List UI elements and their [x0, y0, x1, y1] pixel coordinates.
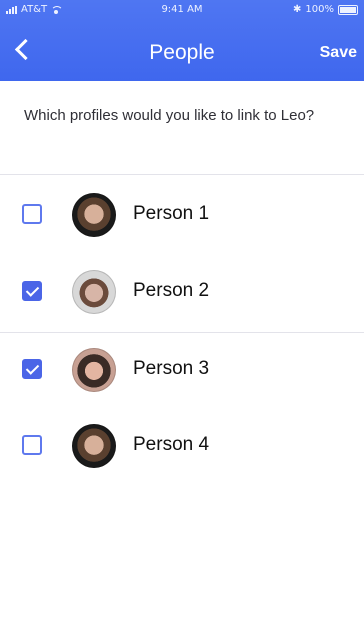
prompt-text: Which profiles would you like to link to… [24, 107, 315, 124]
person-name: Person 4 [133, 434, 210, 455]
person-name: Person 2 [133, 280, 210, 301]
checkbox[interactable] [22, 281, 42, 301]
avatar [72, 270, 116, 314]
list-item[interactable]: Person 3 [0, 333, 364, 407]
checkbox[interactable] [22, 359, 42, 379]
checkbox[interactable] [22, 204, 42, 224]
list-item[interactable]: Person 1 [0, 178, 364, 252]
page-title: People [149, 41, 215, 64]
bluetooth-icon: ✱ [293, 4, 302, 15]
person-name: Person 1 [133, 203, 210, 224]
checkbox[interactable] [22, 435, 42, 455]
list-item[interactable]: Person 2 [0, 255, 364, 329]
status-bar: AT&T 9:41 AM ✱ 100% [0, 0, 364, 18]
avatar [72, 193, 116, 237]
battery-icon [338, 4, 358, 15]
save-button[interactable]: Save [320, 44, 357, 62]
avatar [72, 348, 116, 392]
person-name: Person 3 [133, 358, 210, 379]
battery-percent: 100% [305, 4, 334, 15]
list-item[interactable]: Person 4 [0, 409, 364, 483]
top-bar: AT&T 9:41 AM ✱ 100% People Save [0, 0, 364, 81]
divider [0, 174, 364, 175]
status-right: ✱ 100% [293, 4, 358, 15]
avatar [72, 424, 116, 468]
